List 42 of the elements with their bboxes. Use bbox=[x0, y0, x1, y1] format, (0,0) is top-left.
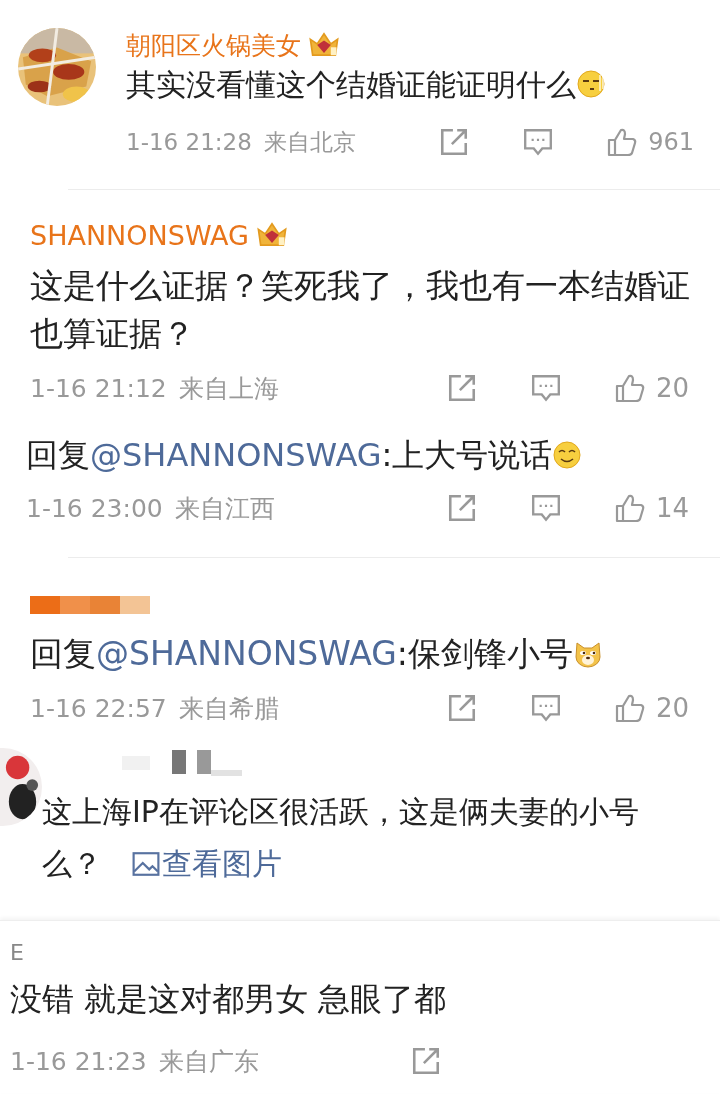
like-count: 961 bbox=[648, 128, 694, 156]
comment-time: 1-16 23:00 bbox=[26, 493, 163, 523]
like-count: 20 bbox=[656, 373, 690, 403]
comment-icon[interactable] bbox=[530, 372, 562, 404]
comment-icon[interactable] bbox=[522, 126, 555, 158]
share-icon[interactable] bbox=[410, 1045, 442, 1077]
comment-time: 1-16 21:23 bbox=[10, 1046, 147, 1076]
comment-text: 回复@SHANNONSWAG:保剑锋小号 bbox=[30, 634, 603, 673]
comment-time: 1-16 21:12 bbox=[30, 373, 167, 403]
image-icon bbox=[132, 851, 160, 877]
user-name[interactable]: E bbox=[10, 939, 24, 965]
comment-text: 没错 就是这对都男女 急眼了都 bbox=[10, 980, 447, 1018]
dog-emoji-icon bbox=[572, 639, 603, 669]
comment-time: 1-16 21:28 bbox=[126, 129, 252, 155]
share-icon[interactable] bbox=[446, 692, 478, 724]
smiley-emoji-icon bbox=[552, 440, 583, 470]
comment-location: 来自北京 bbox=[263, 127, 356, 157]
share-icon[interactable] bbox=[446, 492, 478, 524]
comment-icon[interactable] bbox=[530, 692, 562, 724]
comment-text: 这是什么证据？笑死我了，我也有一本结婚证也算证据？ bbox=[30, 266, 690, 353]
mention-link[interactable]: @SHANNONSWAG bbox=[90, 436, 382, 474]
comment-icon[interactable] bbox=[530, 492, 562, 524]
comment-location: 来自上海 bbox=[178, 372, 279, 405]
thumbs-up-icon[interactable] bbox=[614, 372, 646, 404]
thumbs-up-icon[interactable] bbox=[614, 692, 646, 724]
mention-link[interactable]: @SHANNONSWAG bbox=[96, 634, 397, 673]
like-count: 20 bbox=[656, 693, 690, 723]
like-count: 14 bbox=[656, 493, 690, 523]
comment-location: 来自希腊 bbox=[178, 692, 279, 725]
share-icon[interactable] bbox=[446, 372, 478, 404]
user-name[interactable]: 朝阳区火锅美女 bbox=[126, 28, 301, 62]
view-image-link[interactable]: 查看图片 bbox=[132, 846, 282, 881]
comment-location: 来自江西 bbox=[174, 492, 275, 525]
comment-time: 1-16 22:57 bbox=[30, 693, 167, 723]
comment-text: 其实没看懂这个结婚证能证明什么 bbox=[126, 67, 606, 102]
comment-location: 来自广东 bbox=[158, 1045, 259, 1078]
thumbs-up-icon[interactable] bbox=[614, 492, 646, 524]
smiley-emoji-icon bbox=[576, 69, 606, 99]
comment-text: 这上海IP在评论区很活跃，这是俩夫妻的小号么？ 查看图片 bbox=[42, 794, 639, 881]
thumbs-up-icon[interactable] bbox=[606, 126, 639, 158]
user-name[interactable]: SHANNONSWAG bbox=[30, 219, 250, 251]
comment-text: 回复@SHANNONSWAG:上大号说话 bbox=[26, 436, 583, 474]
